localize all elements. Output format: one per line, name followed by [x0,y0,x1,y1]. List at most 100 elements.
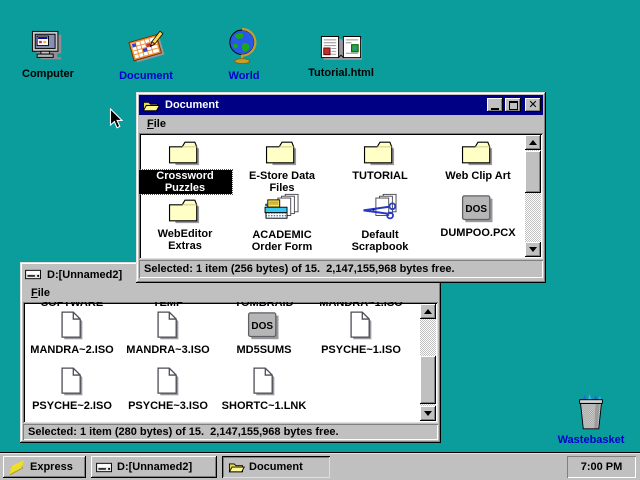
file-item[interactable]: MD5SUMS [217,312,311,356]
file-icon [155,366,181,397]
drive-window-content: SOFTWARE TEMP TOMBRAID MANDRA~1.ISO MAND… [23,302,438,423]
document-window-statusbar: Selected: 1 item (256 bytes) of 15. 2,14… [139,260,543,278]
computer-icon [29,30,67,64]
file-label: PSYCHE~3.ISO [126,400,210,412]
close-button[interactable]: ✕ [525,98,541,112]
taskbar-button-label: D:[Unnamed2] [117,461,192,473]
folder-icon [167,195,203,225]
file-item[interactable]: SHORTC~1.LNK [217,366,311,412]
folder-icon [460,137,496,167]
file-item[interactable]: Default Scrapbook [333,193,427,253]
typewriter-pages-icon [262,193,302,226]
drive-window: D:[Unnamed2] File SOFTWARE TEMP TOMBRAID… [20,262,441,443]
document-window: Document ✕ File Crossword Puzzles E-Stor… [136,92,546,283]
minimize-icon [491,108,499,110]
file-item[interactable]: ACADEMIC Order Form [235,193,329,253]
folder-label-selected: Crossword Puzzles [139,170,232,194]
task-button-drive[interactable]: D:[Unnamed2] [91,456,217,478]
drive-icon [25,268,42,281]
triangle-down-icon [424,411,432,416]
drive-icon [96,461,113,474]
open-book-icon [319,32,363,63]
file-item[interactable]: MANDRA~3.ISO [121,310,215,356]
folder-icon [167,137,203,167]
file-label: MANDRA~2.ISO [28,344,115,356]
drive-window-menubar: File [23,284,438,302]
maximize-icon [509,101,518,110]
desktop-icon-computer[interactable]: Computer [6,30,90,80]
file-label: SHORTC~1.LNK [220,400,309,412]
folder-item[interactable]: WebEditor Extras [139,195,232,252]
triangle-up-icon [529,140,537,145]
desktop-icon-wastebasket[interactable]: Wastebasket [549,392,633,446]
triangle-down-icon [529,247,537,252]
folder-label: WebEditor Extras [139,228,232,252]
mouse-cursor [109,108,123,130]
file-label: MD5SUMS [234,344,293,356]
folder-item[interactable]: Web Clip Art [431,137,525,182]
document-window-titlebar[interactable]: Document ✕ [139,95,543,115]
file-label-partial[interactable]: MANDRA~1.ISO [314,302,408,309]
task-button-document[interactable]: Document [222,456,330,478]
file-icon [59,366,85,397]
express-icon [8,459,26,476]
menu-file[interactable]: File [23,285,58,301]
wastebasket-icon [574,392,608,432]
express-start-button[interactable]: Express [3,456,86,478]
desktop-icon-label: World [229,70,260,82]
file-icon [59,310,85,341]
file-icon [251,366,277,397]
desktop-icon-label: Document [119,70,173,82]
file-item[interactable]: MANDRA~2.ISO [25,310,119,356]
maximize-button[interactable] [505,98,521,112]
desktop-icon-label: Computer [22,68,74,80]
folder-item[interactable]: TUTORIAL [333,137,427,182]
file-item[interactable]: DUMPOO.PCX [431,195,525,239]
dos-file-icon [461,195,495,224]
scroll-up-button[interactable] [420,304,436,319]
file-label: DUMPOO.PCX [438,227,517,239]
dos-file-icon [247,312,281,341]
globe-icon [227,28,261,66]
file-label-partial[interactable]: SOFTWARE [25,302,119,309]
file-label: Default Scrapbook [333,229,427,253]
file-label: MANDRA~3.ISO [124,344,211,356]
desktop-icon-document[interactable]: Document [104,30,188,82]
vertical-scrollbar[interactable] [420,304,436,421]
file-label: PSYCHE~2.ISO [30,400,114,412]
scroll-up-button[interactable] [525,135,541,150]
desktop-icon-world[interactable]: World [202,28,286,82]
file-label-partial[interactable]: TEMP [121,302,215,309]
folder-label: TUTORIAL [350,170,409,182]
desktop: Computer Document World Tutorial.html Wa… [0,0,640,480]
scrollbar-thumb[interactable] [420,356,436,404]
minimize-button[interactable] [487,98,503,112]
document-window-menubar: File [139,115,543,133]
drive-window-statusbar: Selected: 1 item (280 bytes) of 15. 2,14… [23,424,438,440]
menu-file[interactable]: File [139,116,174,132]
folder-icon [362,137,398,167]
file-item[interactable]: PSYCHE~2.ISO [25,366,119,412]
file-icon [348,310,374,341]
close-icon: ✕ [528,99,537,111]
file-item[interactable]: PSYCHE~1.ISO [314,310,408,356]
desktop-icon-label: Tutorial.html [308,67,374,79]
crossword-document-icon [125,30,167,66]
taskbar-button-label: Express [30,461,73,473]
document-window-content: Crossword Puzzles E-Store Data Files TUT… [139,133,543,259]
folder-item[interactable]: Crossword Puzzles [139,137,232,194]
desktop-icon-tutorial[interactable]: Tutorial.html [299,32,383,79]
folder-label: Web Clip Art [443,170,512,182]
scissors-pages-icon [360,193,400,226]
window-title: Document [165,99,487,111]
file-item[interactable]: PSYCHE~3.ISO [121,366,215,412]
scroll-down-button[interactable] [525,242,541,257]
scrollbar-thumb[interactable] [525,151,541,193]
folder-item[interactable]: E-Store Data Files [235,137,329,194]
file-label: PSYCHE~1.ISO [319,344,403,356]
file-label-partial[interactable]: TOMBRAID [217,302,311,309]
file-label: ACADEMIC Order Form [235,229,329,253]
vertical-scrollbar[interactable] [525,135,541,257]
taskbar-clock: 7:00 PM [567,456,636,478]
scroll-down-button[interactable] [420,406,436,421]
